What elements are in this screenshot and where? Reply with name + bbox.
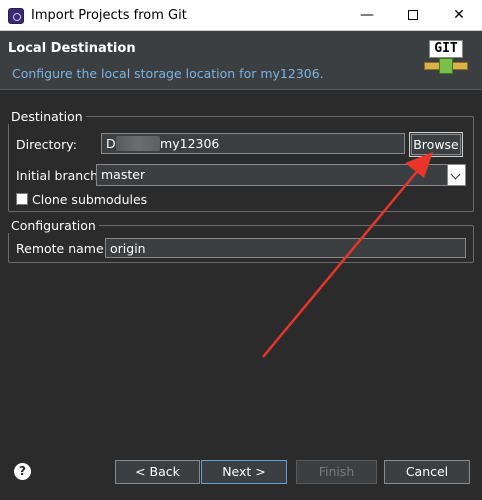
remote-name-input[interactable] (105, 238, 466, 258)
destination-legend: Destination (8, 109, 86, 124)
remote-name-label: Remote name: (16, 241, 108, 256)
finish-button: Finish (296, 460, 377, 484)
page-description: Configure the local storage location for… (12, 66, 324, 81)
clone-submodules-label[interactable]: Clone submodules (32, 192, 147, 207)
chevron-down-icon[interactable] (447, 165, 465, 185)
redacted-path-segment (116, 136, 160, 151)
initial-branch-select[interactable]: master (96, 164, 466, 186)
maximize-icon (408, 10, 418, 20)
eclipse-icon (8, 8, 24, 24)
configuration-legend: Configuration (8, 218, 99, 233)
close-button[interactable]: ✕ (436, 0, 482, 31)
help-icon[interactable]: ? (14, 463, 31, 480)
back-button[interactable]: < Back (115, 460, 200, 484)
initial-branch-label: Initial branch: (16, 168, 103, 183)
header-separator (0, 89, 482, 90)
browse-button[interactable]: Browse (409, 132, 463, 157)
wizard-header: Local Destination Configure the local st… (0, 31, 482, 89)
initial-branch-value: master (101, 167, 146, 182)
git-logo-icon: GIT (424, 38, 476, 80)
next-button[interactable]: Next > (201, 460, 287, 484)
browse-button-label: Browse (413, 137, 459, 152)
directory-label: Directory: (16, 137, 77, 152)
page-title: Local Destination (8, 41, 136, 56)
cancel-button[interactable]: Cancel (384, 460, 470, 484)
clone-submodules-checkbox[interactable] (16, 193, 28, 205)
title-bar: Import Projects from Git — ✕ (0, 0, 482, 31)
git-logo-text: GIT (429, 40, 463, 58)
minimize-button[interactable]: — (344, 0, 390, 31)
git-node-shape (439, 58, 453, 74)
maximize-button[interactable] (390, 0, 436, 31)
window-title: Import Projects from Git (31, 8, 187, 23)
